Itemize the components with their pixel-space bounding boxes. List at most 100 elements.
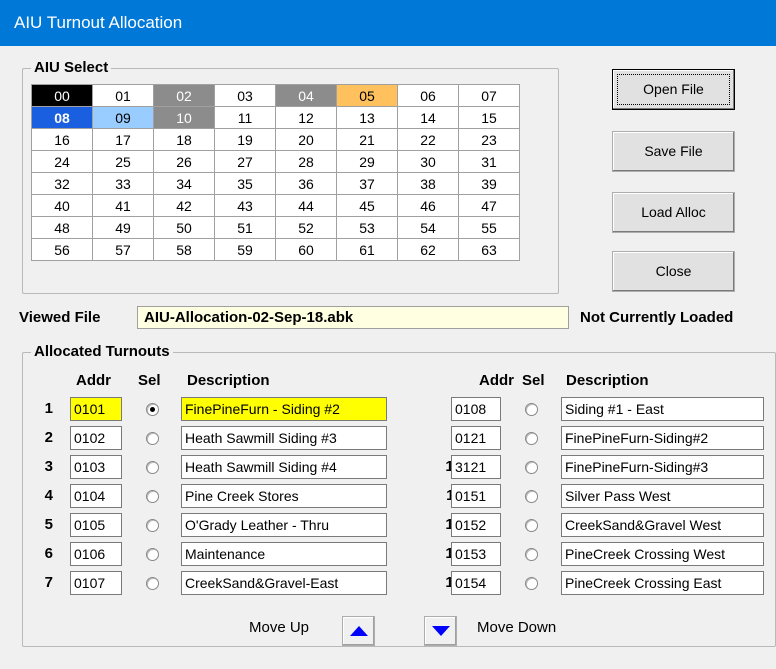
aiu-cell-54[interactable]: 54 [397,216,459,239]
aiu-cell-10[interactable]: 10 [153,106,215,129]
aiu-cell-52[interactable]: 52 [275,216,337,239]
addr-field[interactable]: 0102 [70,426,122,450]
close-button[interactable]: Close [612,251,735,292]
aiu-cell-02[interactable]: 02 [153,84,215,107]
sel-radio[interactable] [525,519,538,532]
aiu-cell-43[interactable]: 43 [214,194,276,217]
aiu-cell-25[interactable]: 25 [92,150,154,173]
aiu-cell-30[interactable]: 30 [397,150,459,173]
sel-radio[interactable] [146,461,159,474]
aiu-cell-44[interactable]: 44 [275,194,337,217]
description-field[interactable]: Pine Creek Stores [181,484,387,508]
load-alloc-button[interactable]: Load Alloc [612,192,735,233]
aiu-cell-32[interactable]: 32 [31,172,93,195]
description-field[interactable]: FinePineFurn-Siding#2 [561,426,764,450]
aiu-cell-45[interactable]: 45 [336,194,398,217]
addr-field[interactable]: 0103 [70,455,122,479]
aiu-cell-58[interactable]: 58 [153,238,215,261]
aiu-cell-47[interactable]: 47 [458,194,520,217]
aiu-cell-24[interactable]: 24 [31,150,93,173]
sel-radio[interactable] [146,432,159,445]
aiu-cell-53[interactable]: 53 [336,216,398,239]
aiu-cell-29[interactable]: 29 [336,150,398,173]
aiu-cell-49[interactable]: 49 [92,216,154,239]
addr-field[interactable]: 0104 [70,484,122,508]
description-field[interactable]: PineCreek Crossing East [561,571,764,595]
aiu-cell-17[interactable]: 17 [92,128,154,151]
aiu-cell-06[interactable]: 06 [397,84,459,107]
aiu-cell-38[interactable]: 38 [397,172,459,195]
aiu-cell-48[interactable]: 48 [31,216,93,239]
aiu-cell-03[interactable]: 03 [214,84,276,107]
description-field[interactable]: FinePineFurn - Siding #2 [181,397,387,421]
aiu-cell-05[interactable]: 05 [336,84,398,107]
aiu-cell-31[interactable]: 31 [458,150,520,173]
description-field[interactable]: Silver Pass West [561,484,764,508]
aiu-cell-33[interactable]: 33 [92,172,154,195]
sel-radio[interactable] [146,577,159,590]
title-bar[interactable]: AIU Turnout Allocation [0,0,776,46]
sel-radio[interactable] [146,548,159,561]
aiu-cell-39[interactable]: 39 [458,172,520,195]
description-field[interactable]: Maintenance [181,542,387,566]
aiu-cell-41[interactable]: 41 [92,194,154,217]
aiu-cell-14[interactable]: 14 [397,106,459,129]
aiu-cell-18[interactable]: 18 [153,128,215,151]
addr-field[interactable]: 0101 [70,397,122,421]
aiu-cell-28[interactable]: 28 [275,150,337,173]
aiu-cell-60[interactable]: 60 [275,238,337,261]
aiu-cell-26[interactable]: 26 [153,150,215,173]
aiu-cell-40[interactable]: 40 [31,194,93,217]
aiu-cell-21[interactable]: 21 [336,128,398,151]
addr-field[interactable]: 0152 [451,513,501,537]
aiu-cell-51[interactable]: 51 [214,216,276,239]
sel-radio[interactable] [525,577,538,590]
sel-radio[interactable] [525,490,538,503]
sel-radio[interactable] [525,403,538,416]
aiu-cell-62[interactable]: 62 [397,238,459,261]
aiu-cell-27[interactable]: 27 [214,150,276,173]
aiu-cell-61[interactable]: 61 [336,238,398,261]
aiu-cell-01[interactable]: 01 [92,84,154,107]
aiu-cell-13[interactable]: 13 [336,106,398,129]
aiu-cell-36[interactable]: 36 [275,172,337,195]
aiu-cell-20[interactable]: 20 [275,128,337,151]
aiu-cell-56[interactable]: 56 [31,238,93,261]
addr-field[interactable]: 0151 [451,484,501,508]
aiu-cell-55[interactable]: 55 [458,216,520,239]
aiu-cell-46[interactable]: 46 [397,194,459,217]
sel-radio[interactable] [146,403,159,416]
aiu-cell-22[interactable]: 22 [397,128,459,151]
open-file-button[interactable]: Open File [612,69,735,110]
aiu-cell-12[interactable]: 12 [275,106,337,129]
sel-radio[interactable] [525,432,538,445]
description-field[interactable]: O'Grady Leather - Thru [181,513,387,537]
description-field[interactable]: Siding #1 - East [561,397,764,421]
sel-radio[interactable] [525,461,538,474]
aiu-cell-57[interactable]: 57 [92,238,154,261]
sel-radio[interactable] [146,490,159,503]
aiu-cell-37[interactable]: 37 [336,172,398,195]
aiu-cell-50[interactable]: 50 [153,216,215,239]
addr-field[interactable]: 0105 [70,513,122,537]
description-field[interactable]: FinePineFurn-Siding#3 [561,455,764,479]
aiu-cell-04[interactable]: 04 [275,84,337,107]
aiu-cell-00[interactable]: 00 [31,84,93,107]
addr-field[interactable]: 0121 [451,426,501,450]
aiu-cell-63[interactable]: 63 [458,238,520,261]
save-file-button[interactable]: Save File [612,131,735,172]
aiu-cell-59[interactable]: 59 [214,238,276,261]
move-down-button[interactable] [424,616,457,646]
aiu-cell-08[interactable]: 08 [31,106,93,129]
description-field[interactable]: Heath Sawmill Siding #3 [181,426,387,450]
aiu-cell-34[interactable]: 34 [153,172,215,195]
addr-field[interactable]: 0154 [451,571,501,595]
description-field[interactable]: PineCreek Crossing West [561,542,764,566]
addr-field[interactable]: 0153 [451,542,501,566]
addr-field[interactable]: 0108 [451,397,501,421]
aiu-cell-11[interactable]: 11 [214,106,276,129]
sel-radio[interactable] [146,519,159,532]
addr-field[interactable]: 0106 [70,542,122,566]
aiu-cell-23[interactable]: 23 [458,128,520,151]
aiu-cell-42[interactable]: 42 [153,194,215,217]
